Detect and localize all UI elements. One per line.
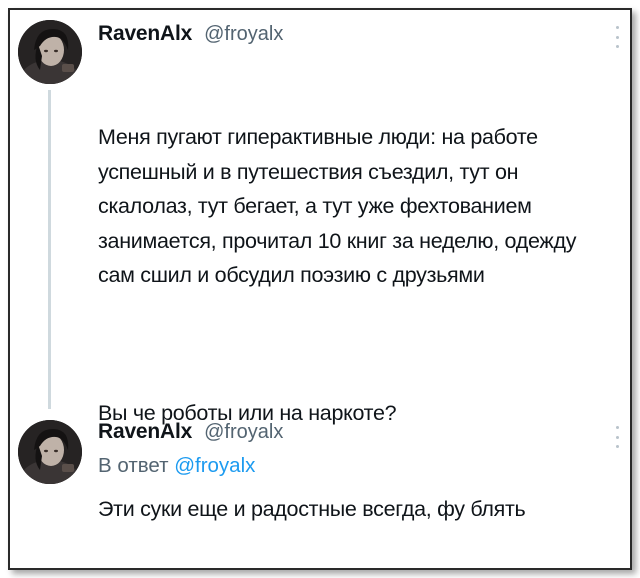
author-name[interactable]: RavenAlx bbox=[98, 420, 192, 444]
tweet-header: RavenAlx @froyalx bbox=[98, 22, 283, 52]
reply-context: В ответ @froyalx bbox=[98, 454, 255, 478]
tweet-original[interactable]: RavenAlx @froyalx Меня пугают гиперактив… bbox=[10, 14, 630, 425]
author-handle[interactable]: @froyalx bbox=[204, 23, 283, 46]
author-handle[interactable]: @froyalx bbox=[204, 421, 283, 444]
avatar[interactable] bbox=[18, 420, 82, 484]
reply-mention-link[interactable]: @froyalx bbox=[174, 454, 255, 477]
author-name[interactable]: RavenAlx bbox=[98, 22, 192, 46]
thread-connector-line bbox=[48, 90, 51, 409]
avatar[interactable] bbox=[18, 20, 82, 84]
tweet-reply[interactable]: RavenAlx @froyalx В ответ @froyalx Эти с… bbox=[10, 414, 630, 564]
avatar-image bbox=[18, 20, 82, 84]
reply-prefix: В ответ bbox=[98, 454, 169, 477]
screenshot-frame: RavenAlx @froyalx Меня пугают гиперактив… bbox=[8, 8, 632, 570]
tweet-header: RavenAlx @froyalx bbox=[98, 420, 283, 450]
tweet-text: Эти суки еще и радостные всегда, фу блят… bbox=[98, 497, 526, 521]
more-vertical-icon[interactable] bbox=[614, 26, 620, 48]
tweet-paragraph: Меня пугают гиперактивные люди: на работ… bbox=[98, 125, 582, 287]
avatar-image bbox=[18, 420, 82, 484]
more-vertical-icon[interactable] bbox=[614, 426, 620, 448]
